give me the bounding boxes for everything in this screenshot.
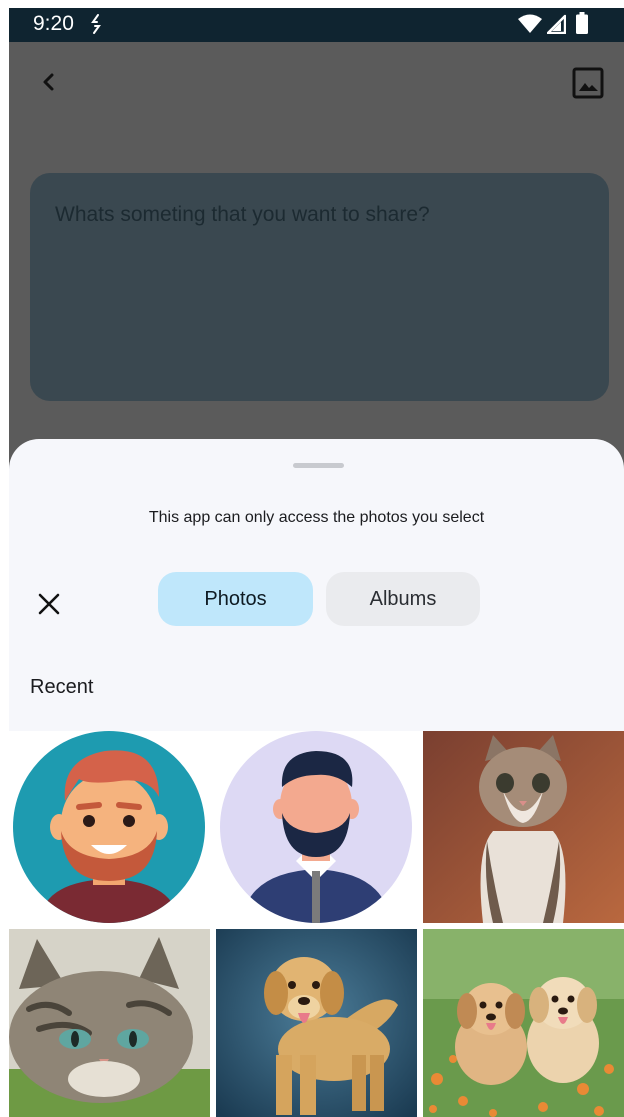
status-bar: 9:20 <box>9 8 624 42</box>
photo-thumbnail[interactable] <box>9 731 210 923</box>
tab-photos-label: Photos <box>204 587 267 610</box>
tab-albums[interactable]: Albums <box>326 572 480 626</box>
wifi-icon <box>518 14 542 33</box>
photo-thumbnail[interactable] <box>216 929 417 1117</box>
drag-handle[interactable] <box>293 463 344 468</box>
kitten-sitting-image <box>423 731 624 923</box>
battery-icon <box>576 12 588 34</box>
photo-grid <box>9 731 624 1117</box>
back-arrow-icon[interactable] <box>31 62 67 102</box>
compose-placeholder: Whats someting that you want to share? <box>55 203 430 226</box>
section-title-recent: Recent <box>30 676 94 698</box>
tab-albums-label: Albums <box>369 587 437 610</box>
golden-retriever-image <box>216 929 417 1117</box>
signal-icon <box>547 14 566 34</box>
sync-icon <box>91 14 101 34</box>
close-icon[interactable] <box>33 588 65 620</box>
photo-thumbnail[interactable] <box>9 929 210 1117</box>
tabby-cat-lying-image <box>9 929 210 1117</box>
photo-thumbnail[interactable] <box>216 731 417 923</box>
status-time: 9:20 <box>33 12 74 35</box>
two-puppies-image <box>423 929 624 1117</box>
app-bar <box>9 42 624 126</box>
tab-photos[interactable]: Photos <box>158 572 313 626</box>
device-screen: 9:20 Whats someting that you want to sha… <box>9 8 624 1117</box>
avatar-bearded-man-image <box>216 731 417 923</box>
compose-text-area[interactable]: Whats someting that you want to share? <box>30 173 609 401</box>
avatar-red-hair-man-image <box>9 731 210 923</box>
image-icon[interactable] <box>571 66 605 100</box>
photo-thumbnail[interactable] <box>423 929 624 1117</box>
access-note: This app can only access the photos you … <box>148 509 485 526</box>
photo-thumbnail[interactable] <box>423 731 624 923</box>
